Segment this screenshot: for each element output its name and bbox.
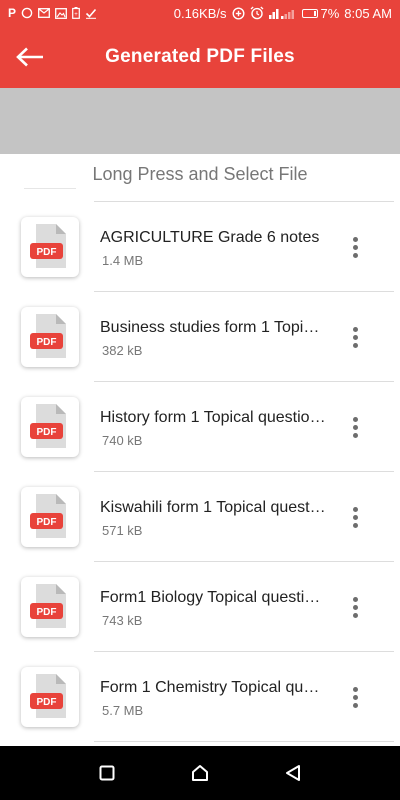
pdf-file-icon: PDF: [21, 217, 79, 277]
file-name: History form 1 Topical questions: [100, 409, 326, 426]
file-row[interactable]: PDF Form 1 Chemistry Topical questions 5…: [0, 652, 400, 742]
file-list: PDF AGRICULTURE Grade 6 notes 1.4 MB PDF…: [0, 202, 400, 746]
file-size: 5.7 MB: [102, 703, 144, 718]
file-size: 571 kB: [102, 523, 143, 538]
file-size: 740 kB: [102, 433, 143, 448]
hint-row: Long Press and Select File: [0, 154, 400, 202]
battery-icon: [301, 8, 318, 18]
battery-percent: 7%: [320, 5, 340, 21]
more-vert-icon: [352, 506, 358, 512]
app-bar: Generated PDF Files: [0, 26, 400, 88]
page-title: Generated PDF Files: [105, 46, 295, 67]
home-icon: [191, 765, 208, 781]
file-row[interactable]: PDF AGRICULTURE Grade 6 notes 1.4 MB: [0, 202, 400, 292]
file-name: Business studies form 1 Topical question…: [100, 319, 326, 336]
system-nav-bar: [0, 746, 400, 800]
more-vert-icon: [352, 236, 358, 242]
pdf-file-icon: PDF: [21, 307, 79, 367]
file-row[interactable]: PDF Business studies form 1 Topical ques…: [0, 292, 400, 382]
check-icon: [85, 8, 97, 19]
file-name: AGRICULTURE Grade 6 notes: [100, 229, 320, 246]
more-options-button[interactable]: [340, 502, 370, 532]
file-size: 382 kB: [102, 343, 143, 358]
file-size: 743 kB: [102, 613, 143, 628]
more-vert-icon: [352, 596, 358, 602]
alarm-icon: [250, 6, 263, 20]
pdf-file-icon: PDF: [21, 667, 79, 727]
more-options-button[interactable]: [340, 682, 370, 712]
file-row[interactable]: PDF Form1 Biology Topical questions 743 …: [0, 562, 400, 652]
data-saver-icon: [231, 6, 245, 20]
divider: [94, 741, 394, 742]
svg-text:PDF: PDF: [37, 247, 57, 258]
pdf-file-icon: PDF: [21, 487, 79, 547]
divider: [24, 188, 76, 189]
more-options-button[interactable]: [340, 232, 370, 262]
image-icon: [55, 7, 67, 19]
signal-icon: [268, 9, 294, 19]
nav-back-button[interactable]: [273, 753, 313, 793]
hint-text: Long Press and Select File: [92, 164, 308, 184]
p-icon: P: [8, 6, 17, 20]
file-row[interactable]: PDF Kiswahili form 1 Topical questions 5…: [0, 472, 400, 562]
file-name: Form1 Biology Topical questions: [100, 589, 326, 606]
file-name: Kiswahili form 1 Topical questions: [100, 499, 326, 516]
notification-icons: P +: [8, 7, 97, 19]
back-icon: [286, 765, 301, 781]
svg-text:PDF: PDF: [37, 607, 57, 618]
system-status: 0.16KB/s 7% 8:05 AM: [174, 6, 392, 21]
network-speed: 0.16KB/s: [173, 5, 227, 21]
recents-button[interactable]: [87, 753, 127, 793]
more-options-button[interactable]: [340, 322, 370, 352]
pdf-file-icon: PDF: [21, 397, 79, 457]
file-size: 1.4 MB: [102, 253, 144, 268]
svg-text:PDF: PDF: [37, 427, 57, 438]
svg-text:+: +: [74, 12, 78, 18]
more-options-button[interactable]: [340, 592, 370, 622]
home-button[interactable]: [180, 753, 220, 793]
more-vert-icon: [352, 326, 358, 332]
more-vert-icon: [352, 686, 358, 692]
banner-placeholder: [0, 88, 400, 154]
battery-saver-icon: +: [72, 7, 80, 19]
chat-icon: [21, 7, 33, 19]
pdf-file-icon: PDF: [21, 577, 79, 637]
recents-icon: [99, 765, 115, 781]
arrow-left-icon: [16, 47, 43, 67]
clock: 8:05 AM: [344, 5, 392, 21]
status-bar: P + 0.16KB/s 7% 8:05 AM: [0, 0, 400, 26]
svg-text:PDF: PDF: [37, 697, 57, 708]
more-vert-icon: [352, 416, 358, 422]
file-row[interactable]: PDF History form 1 Topical questions 740…: [0, 382, 400, 472]
file-name: Form 1 Chemistry Topical questions: [100, 679, 326, 696]
more-options-button[interactable]: [340, 412, 370, 442]
mail-icon: [38, 8, 50, 18]
svg-text:PDF: PDF: [37, 517, 57, 528]
back-button[interactable]: [0, 26, 60, 88]
svg-text:PDF: PDF: [37, 337, 57, 348]
